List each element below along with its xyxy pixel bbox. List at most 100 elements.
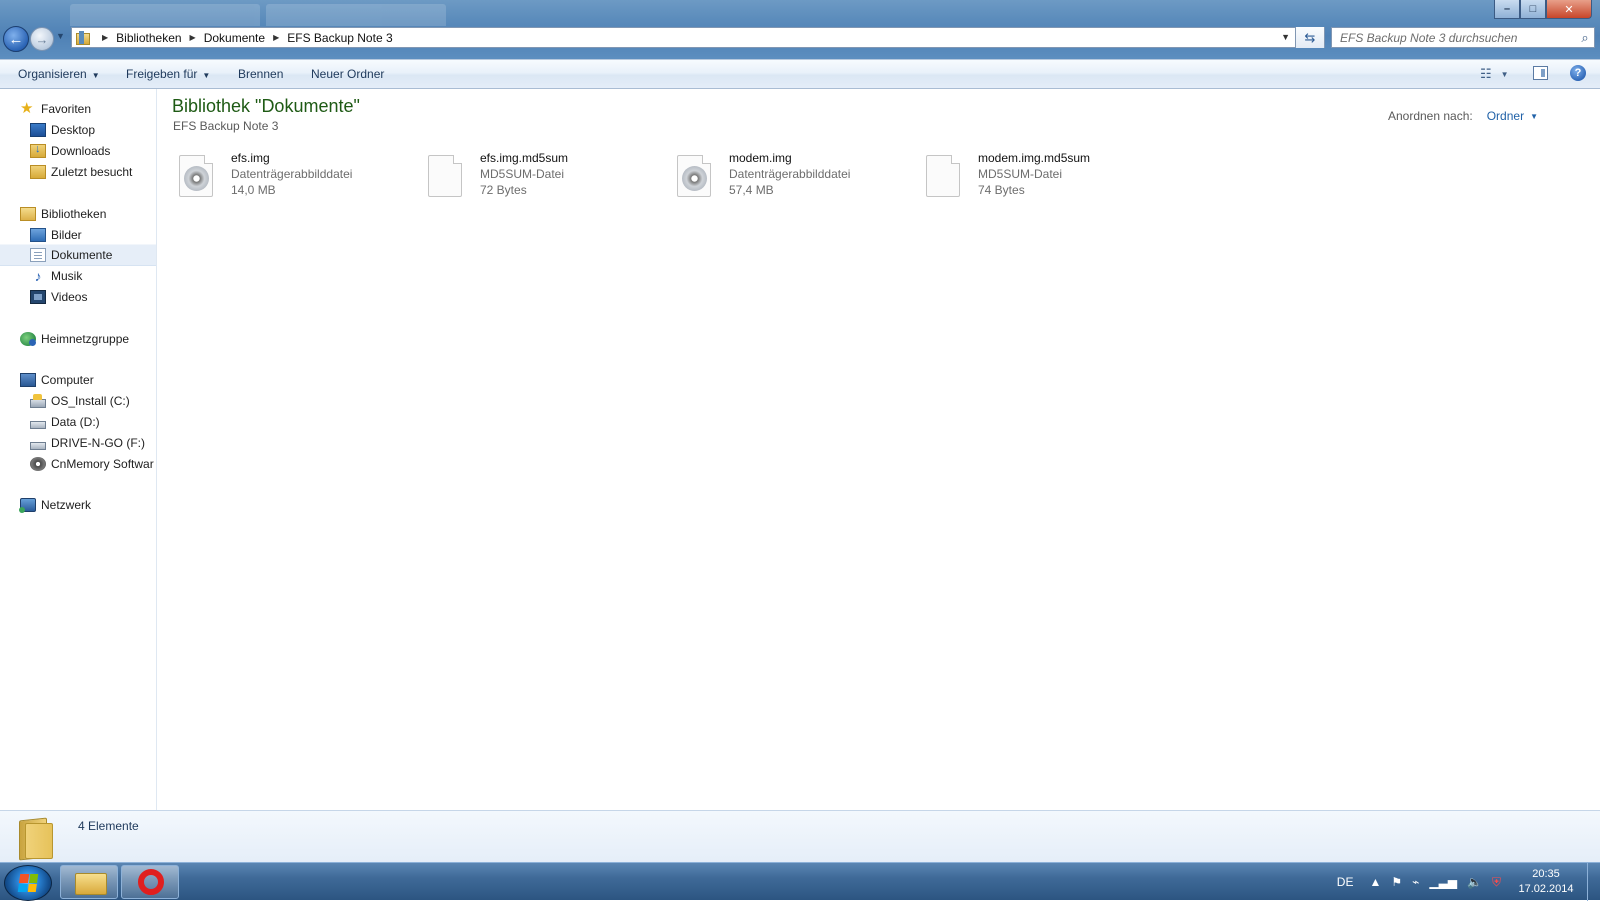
- command-bar: Organisieren ▼ Freigeben für ▼ Brennen Neu…: [0, 59, 1600, 89]
- power-plug-icon[interactable]: ⌁: [1412, 875, 1419, 889]
- navigation-row: ← → ▼ ▶ Bibliotheken ▶ Dokumente ▶ EFS B…: [0, 25, 1600, 52]
- page-title: Bibliothek "Dokumente": [172, 96, 360, 116]
- address-bar[interactable]: ▶ Bibliotheken ▶ Dokumente ▶ EFS Backup …: [71, 27, 1325, 48]
- file-item[interactable]: modem.img.md5sum MD5SUM-Datei 74 Bytes: [926, 151, 1166, 201]
- sidebar-favorites-label: Favoriten: [41, 102, 92, 116]
- sidebar-item-label: Downloads: [51, 144, 111, 158]
- show-desktop-button[interactable]: [1587, 863, 1600, 901]
- sidebar-computer[interactable]: Computer: [0, 370, 176, 390]
- search-icon[interactable]: ⌕: [1576, 30, 1594, 46]
- sidebar-homegroup[interactable]: Heimnetzgruppe: [0, 329, 176, 349]
- background-window-ghost: [70, 4, 490, 26]
- library-folder-icon: [76, 30, 94, 45]
- help-icon: ?: [1574, 67, 1582, 79]
- search-box[interactable]: EFS Backup Note 3 durchsuchen ⌕: [1331, 27, 1595, 48]
- homegroup-icon: [20, 332, 36, 346]
- start-button[interactable]: [4, 865, 52, 901]
- sidebar-item-label: OS_Install (C:): [51, 394, 130, 408]
- refresh-button[interactable]: ⇆: [1295, 27, 1324, 48]
- system-drive-icon: [30, 393, 46, 408]
- back-button[interactable]: ←: [3, 26, 29, 52]
- chevron-down-icon: ▼: [91, 71, 100, 80]
- star-icon: ★: [20, 100, 34, 117]
- file-size: 14,0 MB: [231, 183, 276, 197]
- network-signal-icon[interactable]: ▁▃▅: [1429, 875, 1457, 889]
- new-folder-button[interactable]: Neuer Ordner: [311, 67, 384, 81]
- chevron-down-icon[interactable]: ▼: [1530, 112, 1538, 123]
- window-controls: – □ ✕: [1494, 0, 1592, 19]
- breadcrumb-libraries[interactable]: Bibliotheken: [116, 31, 181, 45]
- file-size: 74 Bytes: [978, 183, 1025, 197]
- minimize-button[interactable]: –: [1494, 0, 1520, 19]
- disc-image-icon: [677, 155, 711, 197]
- arrange-by-dropdown[interactable]: Ordner: [1487, 109, 1524, 123]
- clock[interactable]: 20:35 17.02.2014: [1511, 867, 1581, 897]
- opera-icon: [138, 869, 164, 895]
- explorer-folder-icon: [75, 873, 107, 895]
- sidebar-item-label: Musik: [51, 269, 83, 283]
- sidebar-favorites[interactable]: ★ Favoriten: [0, 99, 176, 119]
- sidebar-item-label: Videos: [51, 290, 88, 304]
- file-item[interactable]: efs.img.md5sum MD5SUM-Datei 72 Bytes: [428, 151, 668, 201]
- sidebar-libraries[interactable]: Bibliotheken: [0, 204, 176, 224]
- breadcrumb: ▶ Bibliotheken ▶ Dokumente ▶ EFS Backup …: [94, 31, 393, 45]
- sidebar-item-label: Dokumente: [51, 248, 113, 262]
- sidebar-network-label: Netzwerk: [41, 498, 92, 512]
- maximize-button[interactable]: □: [1520, 0, 1546, 19]
- sidebar-item-label: Bilder: [51, 228, 82, 242]
- organize-label: Organisieren: [18, 67, 87, 81]
- refresh-icon: ⇆: [1304, 29, 1316, 45]
- address-history-dropdown[interactable]: ▼: [1281, 32, 1290, 42]
- clock-time: 20:35: [1532, 868, 1560, 880]
- help-button[interactable]: ?: [1570, 65, 1586, 81]
- clock-date: 17.02.2014: [1518, 883, 1574, 895]
- arrange-by-label: Anordnen nach:: [1387, 109, 1473, 123]
- file-list-area[interactable]: Bibliothek "Dokumente" EFS Backup Note 3…: [157, 89, 1600, 810]
- file-item[interactable]: modem.img Datenträgerabbilddatei 57,4 MB: [677, 151, 917, 201]
- recent-places-icon: [30, 165, 46, 179]
- chevron-right-icon[interactable]: ▶: [190, 33, 196, 42]
- view-options-icon: ☷: [1480, 66, 1492, 81]
- chevron-right-icon[interactable]: ▶: [273, 33, 279, 42]
- breadcrumb-current-folder[interactable]: EFS Backup Note 3: [287, 31, 392, 45]
- sidebar-item-documents[interactable]: Dokumente: [0, 244, 156, 266]
- chevron-down-icon: ▼: [1500, 69, 1509, 79]
- page-subtitle: EFS Backup Note 3: [173, 119, 279, 133]
- organize-menu[interactable]: Organisieren ▼: [18, 67, 100, 81]
- change-view-button[interactable]: ☷ ▼: [1480, 66, 1509, 82]
- sidebar-computer-label: Computer: [41, 373, 94, 387]
- taskbar-explorer-button[interactable]: [60, 865, 118, 899]
- sidebar-homegroup-label: Heimnetzgruppe: [41, 332, 130, 346]
- sidebar-item-label: DRIVE-N-GO (F:): [51, 436, 145, 450]
- burn-button[interactable]: Brennen: [238, 67, 283, 81]
- recent-pages-button[interactable]: ▼: [56, 31, 65, 41]
- chevron-right-icon[interactable]: ▶: [102, 33, 108, 42]
- system-tray: DE ▲ ⚑ ⌁ ▁▃▅ 🔈 ⛨ 20:35 17.02.2014: [1337, 863, 1600, 901]
- network-icon: [19, 498, 36, 513]
- disc-image-icon: [179, 155, 213, 197]
- cd-drive-icon: [30, 457, 46, 471]
- breadcrumb-documents[interactable]: Dokumente: [204, 31, 265, 45]
- forward-button[interactable]: →: [30, 27, 54, 51]
- details-pane: 4 Elemente: [0, 810, 1600, 863]
- action-center-flag-icon[interactable]: ⚑: [1391, 875, 1402, 889]
- share-with-menu[interactable]: Freigeben für ▼: [126, 67, 210, 81]
- file-item[interactable]: efs.img Datenträgerabbilddatei 14,0 MB: [179, 151, 419, 201]
- sidebar-item-label: Zuletzt besucht: [51, 165, 133, 179]
- file-size: 57,4 MB: [729, 183, 774, 197]
- show-hidden-icons-button[interactable]: ▲: [1369, 875, 1381, 889]
- close-button[interactable]: ✕: [1546, 0, 1592, 19]
- taskbar-opera-button[interactable]: [121, 865, 179, 899]
- pictures-icon: [30, 228, 46, 242]
- sidebar-item-label: Desktop: [51, 123, 96, 137]
- sidebar-network[interactable]: Netzwerk: [0, 495, 176, 515]
- search-input[interactable]: EFS Backup Note 3 durchsuchen: [1332, 31, 1576, 45]
- antivirus-shield-icon[interactable]: ⛨: [1492, 875, 1501, 890]
- language-indicator[interactable]: DE: [1337, 875, 1354, 889]
- arrange-by: Anordnen nach: Ordner ▼: [1388, 109, 1538, 123]
- volume-icon[interactable]: 🔈: [1467, 875, 1482, 889]
- desktop-icon: [30, 123, 46, 137]
- file-name: modem.img: [729, 151, 792, 165]
- preview-pane-button[interactable]: [1533, 66, 1548, 80]
- music-note-icon: ♪: [34, 268, 42, 284]
